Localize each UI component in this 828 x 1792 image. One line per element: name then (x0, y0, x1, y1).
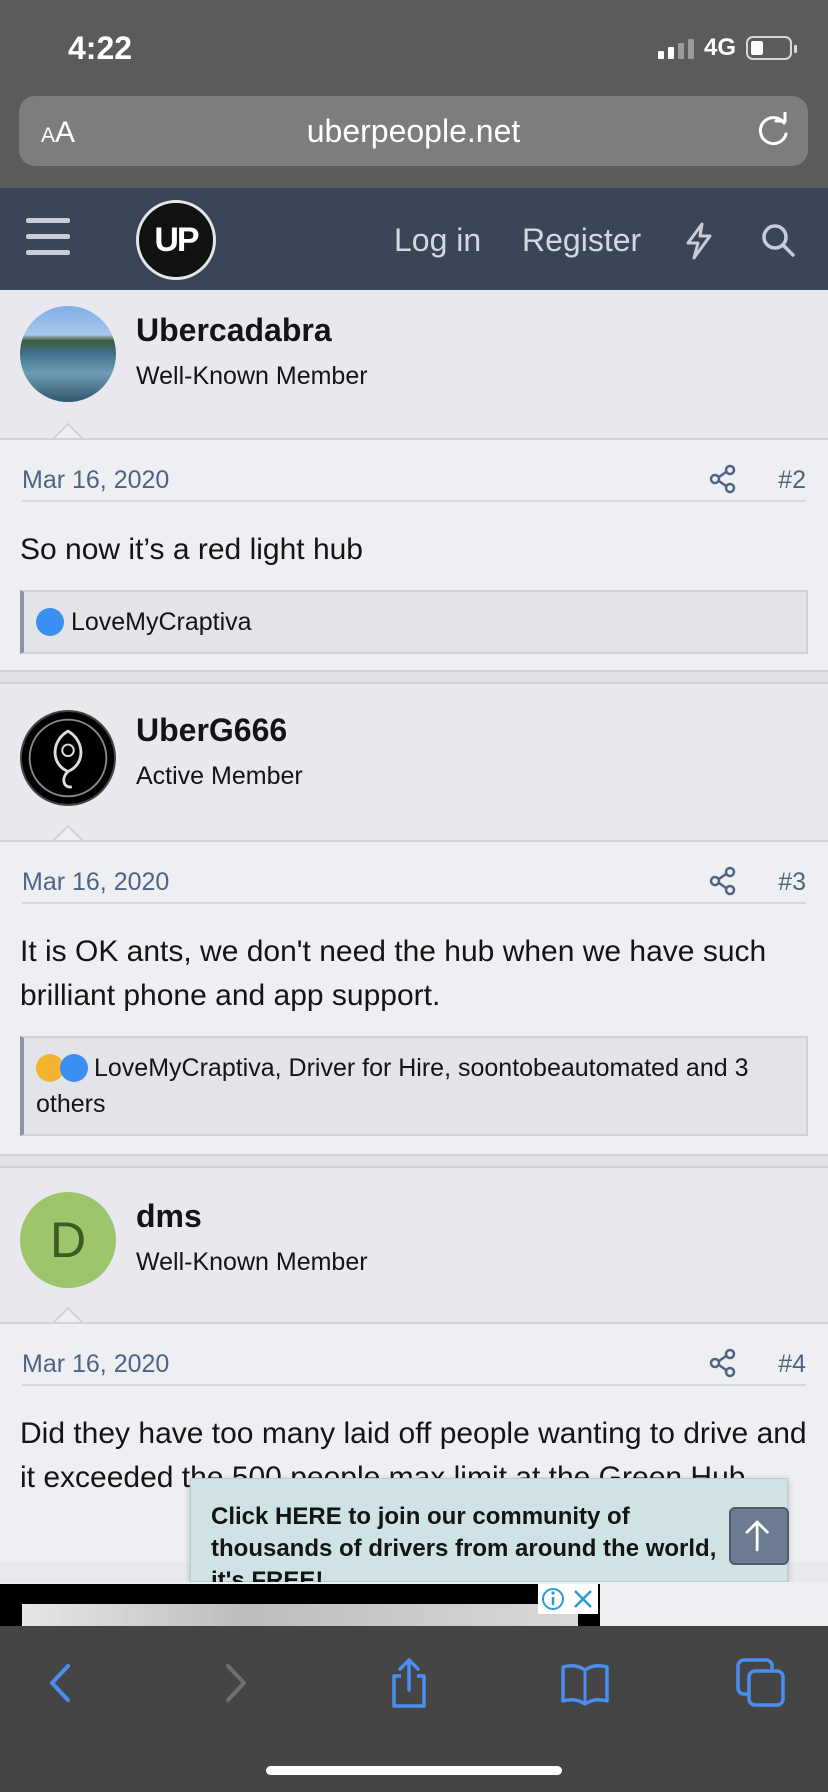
post-text: It is OK ants, we don't need the hub whe… (20, 935, 767, 1012)
avatar[interactable]: D (20, 1192, 116, 1288)
user-title: Active Member (136, 762, 303, 790)
scroll-to-top-button[interactable] (729, 1507, 789, 1565)
avatar[interactable] (20, 306, 116, 402)
battery-icon (746, 36, 797, 60)
post-user-block: D dms Well-Known Member (0, 1168, 828, 1326)
ad-banner[interactable] (0, 1582, 828, 1626)
post-meta: Mar 16, 2020 #3 (22, 864, 806, 904)
register-link[interactable]: Register (522, 222, 641, 259)
arrow-up-icon (745, 1520, 769, 1552)
post-date[interactable]: Mar 16, 2020 (22, 868, 169, 897)
username[interactable]: dms (136, 1198, 202, 1235)
post-user-block: UberG666 Active Member (0, 684, 828, 844)
post-separator (0, 1154, 828, 1168)
user-title: Well-Known Member (136, 1248, 368, 1276)
opeth-logo-icon (28, 718, 108, 798)
post-meta: Mar 16, 2020 #4 (22, 1346, 806, 1386)
post-user-block: Ubercadabra Well-Known Member (0, 290, 828, 442)
join-community-banner[interactable]: Click HERE to join our community of thou… (190, 1478, 789, 1594)
forward-icon[interactable] (208, 1656, 262, 1710)
site-logo[interactable]: UP (136, 200, 216, 280)
username[interactable]: Ubercadabra (136, 312, 332, 349)
whats-new-bolt-icon[interactable] (682, 222, 716, 260)
share-icon[interactable] (382, 1656, 436, 1710)
status-indicators: 4G (657, 34, 797, 62)
reactions-bar[interactable]: LoveMyCraptiva, Driver for Hire, soontob… (20, 1036, 808, 1136)
reactions-list[interactable]: LoveMyCraptiva, Driver for Hire, soontob… (36, 1054, 749, 1118)
address-bar[interactable]: AA uberpeople.net (19, 96, 808, 166)
network-type: 4G (703, 34, 736, 61)
user-title: Well-Known Member (136, 362, 368, 390)
post-body: Mar 16, 2020 #2 So now it’s a red light … (0, 438, 828, 670)
post-text: So now it’s a red light hub (20, 533, 363, 566)
like-icon (60, 1054, 88, 1082)
browser-address-area: AA uberpeople.net (0, 96, 828, 188)
ad-close-icon[interactable] (568, 1584, 598, 1614)
home-indicator[interactable] (266, 1766, 562, 1775)
username[interactable]: UberG666 (136, 712, 287, 749)
reactions-bar[interactable]: LoveMyCraptiva (20, 590, 808, 654)
status-time: 4:22 (68, 30, 133, 66)
search-icon[interactable] (760, 222, 796, 258)
avatar[interactable] (20, 710, 116, 806)
post-number[interactable]: #4 (778, 1350, 806, 1379)
tabs-icon[interactable] (734, 1656, 788, 1710)
post-separator (0, 670, 828, 684)
post-number[interactable]: #3 (778, 868, 806, 897)
post-number[interactable]: #2 (778, 466, 806, 495)
ad-info-icon[interactable] (538, 1584, 568, 1614)
post-date[interactable]: Mar 16, 2020 (22, 1350, 169, 1379)
share-icon[interactable] (708, 866, 738, 896)
share-icon[interactable] (708, 464, 738, 494)
ad-image[interactable] (22, 1604, 578, 1626)
menu-icon[interactable] (26, 218, 70, 256)
reactions-list[interactable]: LoveMyCraptiva (71, 608, 252, 636)
post-date[interactable]: Mar 16, 2020 (22, 466, 169, 495)
url-text[interactable]: uberpeople.net (19, 113, 808, 150)
avatar-letter: D (49, 1212, 87, 1268)
cellular-signal-icon (657, 37, 694, 59)
share-icon[interactable] (708, 1348, 738, 1378)
bookmarks-icon[interactable] (558, 1656, 612, 1710)
post-body: Mar 16, 2020 #3 It is OK ants, we don't … (0, 840, 828, 1154)
post-meta: Mar 16, 2020 #2 (22, 462, 806, 502)
login-link[interactable]: Log in (394, 222, 481, 259)
browser-toolbar (0, 1626, 828, 1792)
like-icon (36, 608, 64, 636)
reload-icon[interactable] (754, 112, 792, 150)
site-header: UP Log in Register (0, 188, 828, 290)
status-bar: 4:22 4G (0, 0, 828, 96)
back-icon[interactable] (34, 1656, 88, 1710)
